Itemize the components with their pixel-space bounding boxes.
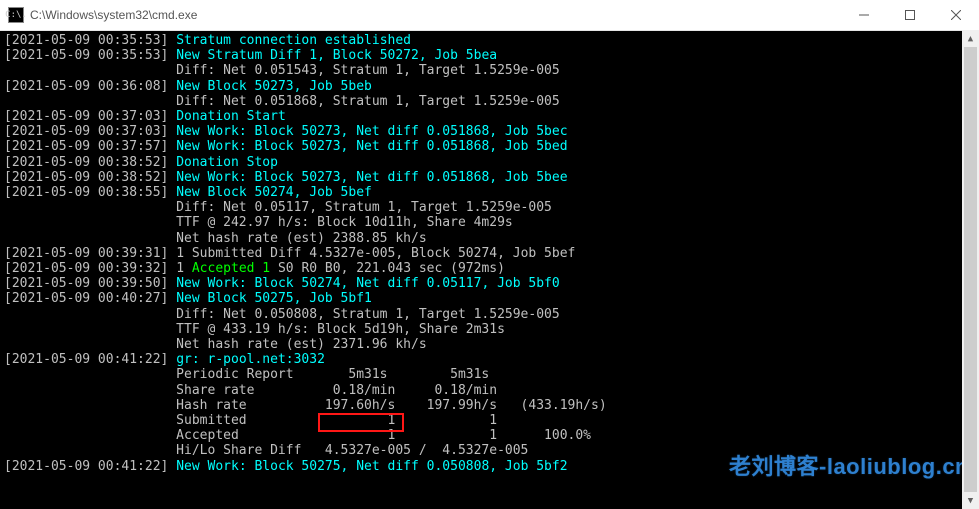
log-segment: New Work: Block 50274, Net diff 0.05117,… [168, 276, 559, 291]
log-segment: New Block 50275, Job 5bf1 [168, 291, 372, 306]
log-segment: TTF @ 433.19 h/s: Block 5d19h, Share 2m3… [4, 322, 505, 337]
terminal-line: [2021-05-09 00:37:03] Donation Start [4, 109, 975, 124]
timestamp: [2021-05-09 00:38:52] [4, 155, 168, 170]
timestamp: [2021-05-09 00:37:03] [4, 109, 168, 124]
terminal-line: Diff: Net 0.051543, Stratum 1, Target 1.… [4, 63, 975, 78]
terminal-line: Submitted 1 1 [4, 413, 975, 428]
terminal-line: [2021-05-09 00:37:03] New Work: Block 50… [4, 124, 975, 139]
terminal-line: Net hash rate (est) 2371.96 kh/s [4, 337, 975, 352]
terminal-line: [2021-05-09 00:37:57] New Work: Block 50… [4, 139, 975, 154]
log-segment: S0 R0 B0, 221.043 sec (972ms) [270, 261, 505, 276]
close-button[interactable] [933, 0, 979, 30]
terminal-line: Diff: Net 0.05117, Stratum 1, Target 1.5… [4, 200, 975, 215]
log-segment: Net hash rate (est) 2371.96 kh/s [4, 337, 427, 352]
log-segment: Accepted 1 [192, 261, 270, 276]
terminal-line: TTF @ 433.19 h/s: Block 5d19h, Share 2m3… [4, 322, 975, 337]
terminal-line: [2021-05-09 00:40:27] New Block 50275, J… [4, 291, 975, 306]
timestamp: [2021-05-09 00:41:22] [4, 459, 168, 474]
log-segment: Periodic Report 5m31s 5m31s [4, 367, 489, 382]
terminal-line: Net hash rate (est) 2388.85 kh/s [4, 231, 975, 246]
log-segment: Diff: Net 0.05117, Stratum 1, Target 1.5… [4, 200, 552, 215]
log-segment: Diff: Net 0.051868, Stratum 1, Target 1.… [4, 94, 560, 109]
log-segment: New Work: Block 50275, Net diff 0.050808… [168, 459, 567, 474]
timestamp: [2021-05-09 00:37:57] [4, 139, 168, 154]
terminal-line: [2021-05-09 00:35:53] New Stratum Diff 1… [4, 48, 975, 63]
terminal-line: [2021-05-09 00:36:08] New Block 50273, J… [4, 79, 975, 94]
log-segment: Diff: Net 0.051543, Stratum 1, Target 1.… [4, 63, 560, 78]
timestamp: [2021-05-09 00:35:53] [4, 48, 168, 63]
log-segment: Hash rate 197.60h/s 197.99h/s (433.19h/s… [4, 398, 607, 413]
scroll-up-arrow-icon[interactable]: ▲ [962, 30, 979, 47]
log-segment: Hi/Lo Share Diff 4.5327e-005 / 4.5327e-0… [4, 443, 528, 458]
log-segment: Accepted 1 1 100.0% [4, 428, 591, 443]
cmd-window: C:\. C:\Windows\system32\cmd.exe [2021-0… [0, 0, 979, 509]
log-segment: Net hash rate (est) 2388.85 kh/s [4, 231, 427, 246]
terminal-line: Diff: Net 0.050808, Stratum 1, Target 1.… [4, 307, 975, 322]
log-segment: New Work: Block 50273, Net diff 0.051868… [168, 139, 567, 154]
vertical-scrollbar[interactable]: ▲ ▼ [962, 30, 979, 509]
log-segment: TTF @ 242.97 h/s: Block 10d11h, Share 4m… [4, 215, 513, 230]
log-segment: Submitted 1 1 [4, 413, 497, 428]
scroll-down-arrow-icon[interactable]: ▼ [962, 492, 979, 509]
timestamp: [2021-05-09 00:40:27] [4, 291, 168, 306]
timestamp: [2021-05-09 00:39:31] [4, 246, 168, 261]
timestamp: [2021-05-09 00:37:03] [4, 124, 168, 139]
terminal-line: Hi/Lo Share Diff 4.5327e-005 / 4.5327e-0… [4, 443, 975, 458]
terminal-line: [2021-05-09 00:38:52] Donation Stop [4, 155, 975, 170]
timestamp: [2021-05-09 00:38:52] [4, 170, 168, 185]
terminal-line: [2021-05-09 00:39:50] New Work: Block 50… [4, 276, 975, 291]
timestamp: [2021-05-09 00:41:22] [4, 352, 168, 367]
timestamp: [2021-05-09 00:36:08] [4, 79, 168, 94]
timestamp: [2021-05-09 00:39:32] [4, 261, 168, 276]
log-segment: gr: r-pool.net:3032 [168, 352, 325, 367]
terminal-line: Periodic Report 5m31s 5m31s [4, 367, 975, 382]
log-segment: New Block 50274, Job 5bef [168, 185, 372, 200]
minimize-button[interactable] [841, 0, 887, 30]
terminal-line: Share rate 0.18/min 0.18/min [4, 383, 975, 398]
timestamp: [2021-05-09 00:38:55] [4, 185, 168, 200]
log-segment: Donation Start [168, 109, 285, 124]
log-segment: Diff: Net 0.050808, Stratum 1, Target 1.… [4, 307, 560, 322]
terminal-line: [2021-05-09 00:39:32] 1 Accepted 1 S0 R0… [4, 261, 975, 276]
titlebar[interactable]: C:\. C:\Windows\system32\cmd.exe [0, 0, 979, 31]
terminal-output[interactable]: [2021-05-09 00:35:53] Stratum connection… [0, 31, 979, 509]
log-segment: New Stratum Diff 1, Block 50272, Job 5be… [168, 48, 497, 63]
maximize-button[interactable] [887, 0, 933, 30]
terminal-line: TTF @ 242.97 h/s: Block 10d11h, Share 4m… [4, 215, 975, 230]
log-segment: 1 Submitted Diff 4.5327e-005, Block 5027… [168, 246, 575, 261]
terminal-line: Accepted 1 1 100.0% [4, 428, 975, 443]
log-segment: New Block 50273, Job 5beb [168, 79, 372, 94]
terminal-line: [2021-05-09 00:35:53] Stratum connection… [4, 33, 975, 48]
terminal-line: Diff: Net 0.051868, Stratum 1, Target 1.… [4, 94, 975, 109]
terminal-line: [2021-05-09 00:38:52] New Work: Block 50… [4, 170, 975, 185]
terminal-line: [2021-05-09 00:41:22] gr: r-pool.net:303… [4, 352, 975, 367]
timestamp: [2021-05-09 00:39:50] [4, 276, 168, 291]
log-segment: Donation Stop [168, 155, 278, 170]
log-segment: Stratum connection established [168, 33, 411, 48]
terminal-line: [2021-05-09 00:38:55] New Block 50274, J… [4, 185, 975, 200]
log-segment: New Work: Block 50273, Net diff 0.051868… [168, 170, 567, 185]
window-title: C:\Windows\system32\cmd.exe [30, 8, 841, 22]
log-segment: Share rate 0.18/min 0.18/min [4, 383, 497, 398]
scrollbar-thumb[interactable] [964, 47, 977, 492]
log-segment: 1 [168, 261, 191, 276]
log-segment: New Work: Block 50273, Net diff 0.051868… [168, 124, 567, 139]
cmd-icon: C:\. [8, 7, 24, 23]
terminal-line: [2021-05-09 00:39:31] 1 Submitted Diff 4… [4, 246, 975, 261]
timestamp: [2021-05-09 00:35:53] [4, 33, 168, 48]
terminal-line: [2021-05-09 00:41:22] New Work: Block 50… [4, 459, 975, 474]
terminal-line: Hash rate 197.60h/s 197.99h/s (433.19h/s… [4, 398, 975, 413]
scrollbar-track[interactable] [962, 47, 979, 492]
window-controls [841, 0, 979, 30]
